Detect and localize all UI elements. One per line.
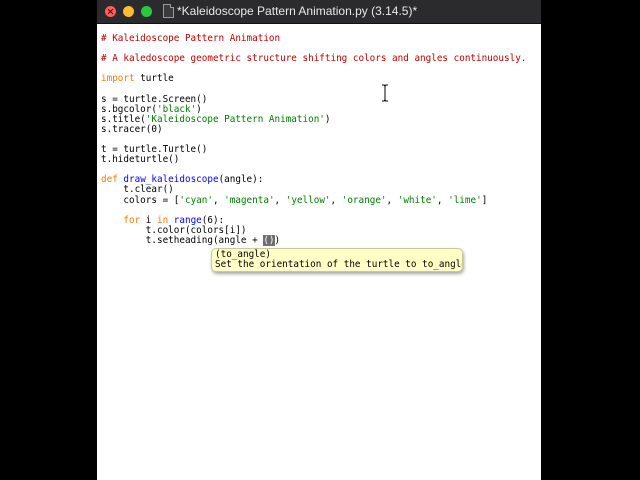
window-title: *Kaleidoscope Pattern Animation.py (3.14… [177, 4, 418, 18]
string: 'yellow' [285, 195, 331, 206]
code-text: , [386, 195, 398, 206]
title-bar[interactable]: *Kaleidoscope Pattern Animation.py (3.14… [97, 0, 541, 24]
code-text: , [212, 195, 225, 206]
screen: { "window": { "title": "*Kaleidoscope Pa… [0, 0, 640, 480]
code-text: turtle [134, 73, 174, 84]
string: 'cyan' [179, 195, 213, 206]
code-text: ] [481, 195, 488, 206]
code-text: t.setheading(angle + [101, 235, 264, 246]
keyword: import [101, 73, 135, 84]
code-line: colors = ['cyan', 'magenta', 'yellow', '… [101, 195, 487, 206]
calltip-description: Set the orientation of the turtle to to_… [215, 259, 463, 270]
code-line: # A kaledoscope geometric structure shif… [101, 53, 527, 64]
code-line: t.setheading(angle + ()) [101, 235, 280, 246]
close-button[interactable] [105, 6, 116, 17]
code-text: , [330, 195, 342, 206]
code-text: (angle): [218, 174, 264, 185]
code-text: colors = [ [101, 195, 180, 206]
code-text: , [274, 195, 286, 206]
document-icon [163, 4, 174, 18]
string: 'lime' [448, 195, 482, 206]
code-text: ) [274, 235, 281, 246]
string: 'magenta' [224, 195, 275, 206]
string: 'white' [397, 195, 437, 206]
code-line: t.clear() [101, 184, 174, 195]
code-text: , [436, 195, 449, 206]
insertion-cursor: () [263, 235, 275, 246]
code-line: s.tracer(0) [101, 124, 163, 135]
code-editor[interactable]: # Kaleidoscope Pattern Animation # A kal… [97, 24, 541, 480]
code-line: import turtle [101, 73, 174, 84]
code-line: # Kaleidoscope Pattern Animation [101, 33, 281, 44]
ibeam-cursor-icon [382, 84, 388, 102]
minimize-button[interactable] [123, 6, 134, 17]
zoom-button[interactable] [141, 6, 152, 17]
code-line: t.hideturtle() [101, 154, 180, 165]
idle-editor-window: *Kaleidoscope Pattern Animation.py (3.14… [97, 0, 541, 480]
code-text: ) [324, 114, 331, 125]
calltip-popup: (to_angle) Set the orientation of the tu… [211, 248, 463, 272]
string: 'Kaleidoscope Pattern Animation' [145, 114, 325, 125]
string: 'orange' [341, 195, 387, 206]
